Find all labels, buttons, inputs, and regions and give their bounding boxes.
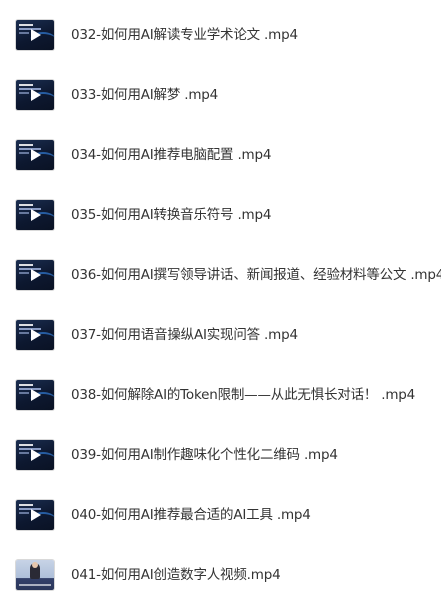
play-icon [31,329,41,341]
play-icon [31,269,41,281]
file-item-033[interactable]: 033-如何用AI解梦 .mp4 [0,80,441,116]
play-icon [31,149,41,161]
file-name[interactable]: 037-如何用语音操纵AI实现问答 .mp4 [71,325,298,345]
file-name[interactable]: 035-如何用AI转换音乐符号 .mp4 [71,205,271,225]
file-item-036[interactable]: 036-如何用AI撰写领导讲话、新闻报道、经验材料等公文 .mp4 [0,260,441,296]
play-icon [31,509,41,521]
play-icon [31,449,41,461]
file-item-032[interactable]: 032-如何用AI解读专业学术论文 .mp4 [0,20,441,56]
file-name[interactable]: 039-如何用AI制作趣味化个性化二维码 .mp4 [71,445,338,465]
video-thumbnail[interactable] [16,500,54,530]
video-thumbnail[interactable] [16,380,54,410]
file-item-034[interactable]: 034-如何用AI推荐电脑配置 .mp4 [0,140,441,176]
file-item-039[interactable]: 039-如何用AI制作趣味化个性化二维码 .mp4 [0,440,441,476]
video-thumbnail[interactable] [16,80,54,110]
video-thumbnail[interactable] [16,200,54,230]
video-thumbnail[interactable] [16,140,54,170]
video-thumbnail[interactable] [16,560,54,590]
file-item-037[interactable]: 037-如何用语音操纵AI实现问答 .mp4 [0,320,441,356]
file-name[interactable]: 038-如何解除AI的Token限制——从此无惧长对话！ .mp4 [71,385,415,405]
play-icon [31,389,41,401]
file-name[interactable]: 041-如何用AI创造数字人视频.mp4 [71,565,281,585]
file-item-040[interactable]: 040-如何用AI推荐最合适的AI工具 .mp4 [0,500,441,536]
file-name[interactable]: 032-如何用AI解读专业学术论文 .mp4 [71,25,298,45]
video-thumbnail[interactable] [16,20,54,50]
file-name[interactable]: 033-如何用AI解梦 .mp4 [71,85,218,105]
play-icon [31,89,41,101]
presenter-figure [30,562,40,579]
file-item-035[interactable]: 035-如何用AI转换音乐符号 .mp4 [0,200,441,236]
file-name[interactable]: 040-如何用AI推荐最合适的AI工具 .mp4 [71,505,311,525]
file-list: 032-如何用AI解读专业学术论文 .mp4 033-如何用AI解梦 .mp4 … [0,0,441,607]
file-name[interactable]: 036-如何用AI撰写领导讲话、新闻报道、经验材料等公文 .mp4 [71,265,441,285]
video-thumbnail[interactable] [16,320,54,350]
file-item-038[interactable]: 038-如何解除AI的Token限制——从此无惧长对话！ .mp4 [0,380,441,416]
video-thumbnail[interactable] [16,440,54,470]
file-item-041[interactable]: 041-如何用AI创造数字人视频.mp4 [0,560,441,596]
file-name[interactable]: 034-如何用AI推荐电脑配置 .mp4 [71,145,271,165]
play-icon [31,209,41,221]
play-icon [31,29,41,41]
video-thumbnail[interactable] [16,260,54,290]
